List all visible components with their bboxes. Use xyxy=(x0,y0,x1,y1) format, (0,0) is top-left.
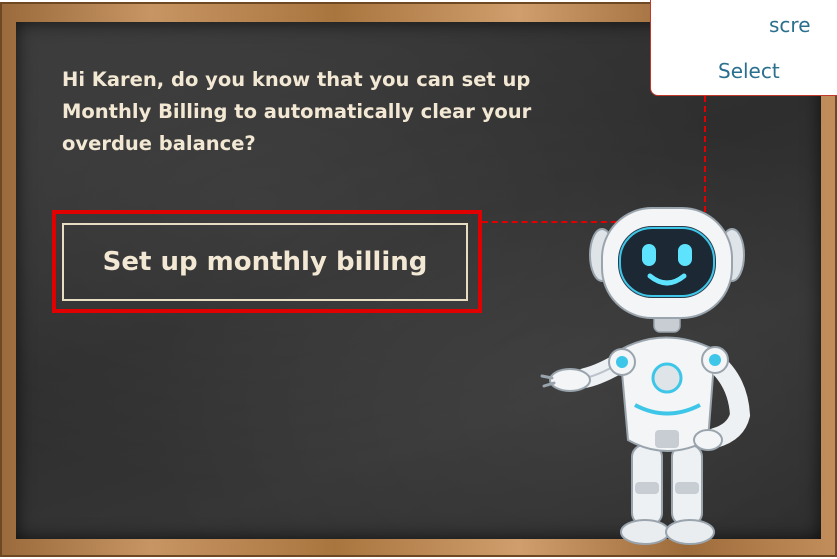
robot-mascot-icon xyxy=(540,207,751,545)
setup-monthly-billing-button[interactable]: Set up monthly billing xyxy=(62,223,468,301)
callout-text-line-2: Select xyxy=(718,59,780,83)
instruction-callout: scre Select xyxy=(650,0,837,96)
callout-text-line-1: scre xyxy=(769,13,811,37)
billing-message: Hi Karen, do you know that you can set u… xyxy=(62,68,532,155)
